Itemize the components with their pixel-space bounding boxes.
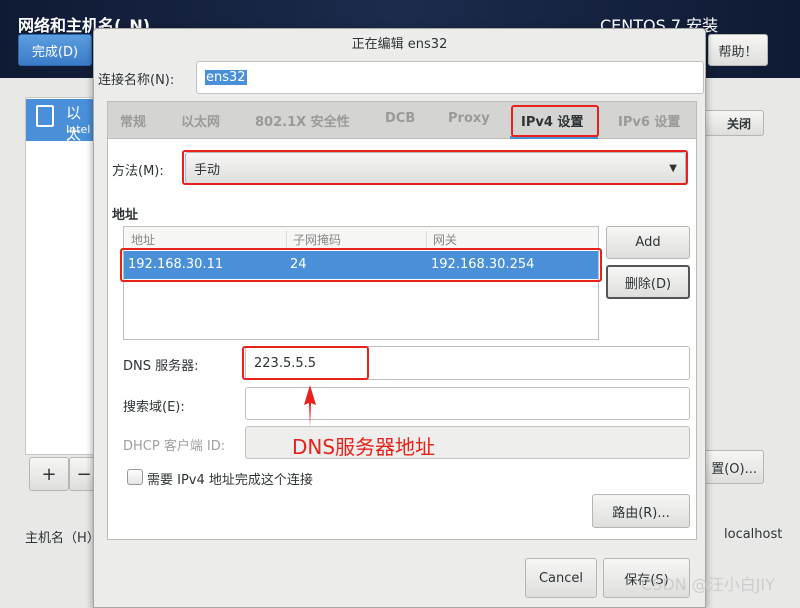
require-ipv4-checkbox[interactable] [127,469,143,485]
device-item-ens32[interactable]: 以太 Intel ( [26,99,95,149]
add-address-button[interactable]: Add [606,226,690,259]
help-button[interactable]: 帮助！ [708,34,768,66]
dns-annotation: DNS服务器地址 [292,435,436,459]
connection-name-value: ens32 [205,70,247,85]
tab-ipv6[interactable]: IPv6 设置 [618,111,680,130]
connection-name-label: 连接名称(N): [98,73,175,88]
address-row-highlight [120,248,602,282]
tab-8021x[interactable]: 802.1X 安全性 [255,111,350,130]
method-highlight [182,150,688,185]
tab-ethernet[interactable]: 以太网 [181,111,220,130]
delete-address-button[interactable]: 删除(D) [606,265,690,299]
done-button[interactable]: 完成(D) [18,34,92,66]
watermark: CSDN @汪小白JIY [641,575,775,594]
dns-highlight [242,346,369,380]
device-list [25,97,95,455]
ethernet-icon [36,105,54,127]
routes-button[interactable]: 路由(R)... [592,494,690,528]
address-heading: 地址 [112,208,139,223]
device-desc: Intel ( [66,123,91,149]
require-ipv4-label: 需要 IPv4 地址完成这个连接 [147,473,313,488]
ipv4-tab-highlight [511,105,599,137]
close-device-button[interactable]: 关闭 [700,110,764,136]
table-header: 地址 子网掩码 网关 [124,227,598,249]
connection-name-input[interactable]: ens32 [196,61,704,94]
column-netmask[interactable]: 子网掩码 [286,231,341,248]
cancel-button[interactable]: Cancel [525,558,597,598]
search-domain-label: 搜索域(E): [123,400,185,415]
tab-proxy[interactable]: Proxy [448,111,490,126]
hostname-value: localhost [724,527,783,542]
method-label: 方法(M): [112,164,164,179]
tab-dcb[interactable]: DCB [385,111,415,126]
dns-label: DNS 服务器: [123,359,199,374]
address-table: 地址 子网掩码 网关 192.168.30.11 24 192.168.30.2… [123,226,599,340]
add-device-button[interactable]: + [29,457,69,491]
configure-button[interactable]: 置(O)... [700,450,764,484]
column-gateway[interactable]: 网关 [426,231,457,248]
tab-general[interactable]: 常规 [120,111,146,130]
dhcp-client-id-label: DHCP 客户端 ID: [123,439,226,454]
annotation-arrow-icon [304,385,316,427]
hostname-label: 主机名（H） [25,531,100,546]
column-address[interactable]: 地址 [131,231,155,248]
dialog-title: 正在编辑 ens32 [351,37,448,52]
